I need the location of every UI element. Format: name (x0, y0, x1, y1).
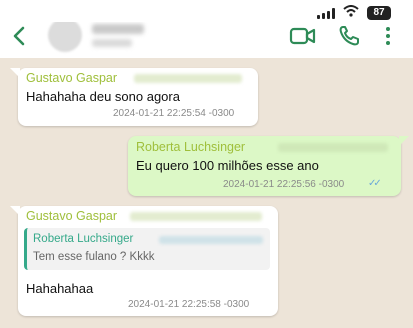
status-bar: 87 (0, 0, 413, 22)
battery-icon: 87 (367, 6, 391, 20)
message-bubble-incoming[interactable]: Gustavo Gaspar Hahahaha deu sono agora 2… (10, 68, 258, 126)
quoted-message[interactable]: Roberta Luchsinger Tem esse fulano ? Kkk… (24, 228, 270, 270)
message-text: Eu quero 100 milhões esse ano (136, 158, 319, 173)
phone-icon[interactable] (338, 24, 360, 53)
contact-name-redacted[interactable] (92, 24, 144, 34)
sender-phone-redacted (278, 143, 388, 152)
message-timestamp: 2024-01-21 22:25:58 -0300 (128, 299, 250, 310)
message-bubble-incoming[interactable]: Gustavo Gaspar Roberta Luchsinger Tem es… (10, 206, 278, 316)
sender-phone-redacted (130, 212, 262, 221)
sender-phone-redacted (134, 74, 242, 83)
quoted-phone-redacted (159, 236, 263, 244)
sender-name: Gustavo Gaspar (26, 209, 118, 223)
contact-avatar[interactable] (48, 18, 82, 52)
double-check-icon: ✓✓ (368, 178, 382, 189)
message-timestamp: 2024-01-21 22:25:56 -0300 (223, 179, 345, 190)
quoted-message-text: Tem esse fulano ? Kkkk (33, 251, 155, 263)
message-timestamp: 2024-01-21 22:25:54 -0300 (113, 108, 235, 119)
contact-status-redacted (92, 39, 132, 47)
message-text: Hahahaha deu sono agora (26, 89, 180, 104)
sender-name: Gustavo Gaspar (26, 71, 118, 85)
message-text: Hahahahaa (26, 281, 94, 296)
more-vert-icon[interactable] (383, 24, 393, 53)
back-chevron-icon[interactable] (8, 22, 32, 50)
wifi-icon (343, 4, 359, 22)
video-call-icon[interactable] (289, 24, 317, 53)
sender-name: Roberta Luchsinger (136, 140, 246, 154)
quoted-sender-name: Roberta Luchsinger (33, 233, 134, 245)
signal-icon (317, 7, 335, 19)
message-bubble-outgoing[interactable]: Roberta Luchsinger Eu quero 100 milhões … (128, 136, 409, 196)
